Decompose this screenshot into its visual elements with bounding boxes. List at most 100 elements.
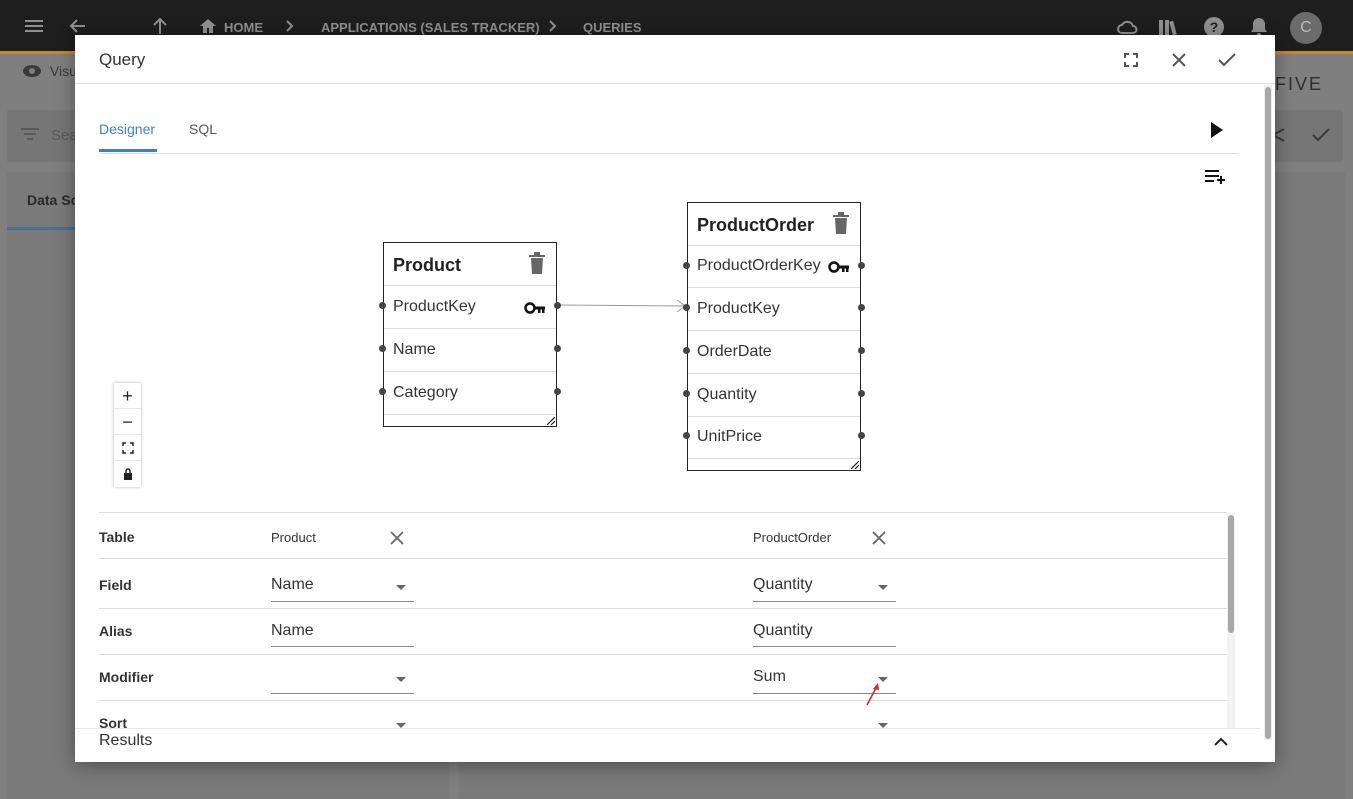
row-label: Modifier	[99, 669, 154, 685]
close-button[interactable]	[1166, 47, 1192, 73]
row-label: Sort	[99, 715, 127, 729]
port-dot[interactable]	[554, 345, 561, 352]
zoom-out-button[interactable]: −	[114, 409, 141, 435]
dialog-scrollbar[interactable]	[1264, 85, 1272, 740]
tab-indicator	[7, 227, 77, 230]
table-field-row[interactable]: Quantity	[688, 374, 860, 417]
results-panel-header[interactable]: Results	[75, 728, 1260, 762]
table-product[interactable]: Product ProductKey Name Category	[383, 242, 557, 427]
port-dot[interactable]	[858, 390, 865, 397]
port-dot[interactable]	[858, 347, 865, 354]
close-icon	[1172, 53, 1186, 67]
port-dot[interactable]	[858, 262, 865, 269]
column-table-name: Product	[271, 530, 316, 545]
remove-column-icon[interactable]	[389, 530, 405, 546]
table-field-row[interactable]: Category	[384, 372, 556, 415]
port-dot[interactable]	[683, 432, 690, 439]
chevron-down-icon	[396, 585, 406, 590]
field-name: Quantity	[697, 386, 757, 403]
zoom-controls: + −	[114, 383, 141, 487]
remove-column-icon[interactable]	[871, 530, 887, 546]
confirm-button[interactable]	[1214, 47, 1240, 73]
breadcrumb-home[interactable]: HOME	[224, 20, 263, 35]
svg-text:?: ?	[1210, 19, 1219, 35]
table-field-row[interactable]: ProductKey	[384, 286, 556, 329]
key-icon	[524, 302, 545, 314]
query-fields-grid: Table Product ProductOrder Field Name Qu…	[99, 512, 1227, 729]
sort-select[interactable]	[271, 711, 414, 729]
diagram-canvas[interactable]	[99, 160, 1239, 510]
table-field-row[interactable]: Name	[384, 329, 556, 372]
table-field-row[interactable]: ProductOrderKey	[688, 245, 860, 288]
eye-icon	[23, 65, 41, 77]
alias-input[interactable]: Quantity	[753, 619, 896, 647]
table-field-row[interactable]: OrderDate	[688, 331, 860, 374]
chevron-down-icon	[396, 677, 406, 682]
field-select[interactable]: Quantity	[753, 573, 896, 602]
port-dot[interactable]	[858, 432, 865, 439]
table-name: Product	[393, 255, 462, 275]
results-label: Results	[99, 732, 153, 749]
resize-handle-icon[interactable]	[547, 417, 555, 425]
port-dot[interactable]	[683, 262, 690, 269]
table-header: Product	[384, 243, 556, 286]
port-dot[interactable]	[379, 388, 386, 395]
tab-bar: Designer SQL	[99, 119, 1239, 154]
header-divider	[75, 83, 1275, 84]
grid-row-field: Field Name Quantity	[99, 563, 1227, 609]
field-name: ProductOrderKey	[697, 257, 821, 274]
menu-icon[interactable]	[24, 16, 44, 41]
port-dot[interactable]	[858, 304, 865, 311]
chevron-down-icon	[878, 585, 888, 590]
search-input[interactable]: Sea	[51, 127, 78, 144]
field-name: UnitPrice	[697, 428, 762, 445]
avatar[interactable]: C	[1290, 12, 1322, 44]
table-field-row[interactable]: UnitPrice	[688, 416, 860, 459]
check-icon	[1218, 53, 1236, 67]
chevron-up-icon[interactable]	[1213, 735, 1229, 747]
grid-row-table: Table Product ProductOrder	[99, 513, 1227, 559]
fullscreen-button[interactable]	[1118, 47, 1144, 73]
grid-row-alias: Alias Name Quantity	[99, 609, 1227, 655]
brand-logo: FIVE	[1275, 74, 1324, 94]
tab-data-sources[interactable]: Data So	[27, 192, 79, 208]
modifier-select[interactable]	[271, 665, 414, 694]
lock-button[interactable]	[114, 461, 141, 487]
breadcrumb-applications[interactable]: APPLICATIONS (SALES TRACKER)	[321, 20, 540, 35]
port-dot[interactable]	[683, 304, 690, 311]
lock-icon	[123, 468, 132, 480]
dialog-title: Query	[99, 50, 146, 69]
port-dot[interactable]	[379, 345, 386, 352]
zoom-in-button[interactable]: +	[114, 383, 141, 409]
trash-icon[interactable]	[528, 252, 546, 274]
row-label: Alias	[99, 623, 133, 639]
resize-handle-icon[interactable]	[851, 461, 859, 469]
grid-scrollbar[interactable]	[1227, 513, 1235, 728]
fit-view-button[interactable]	[114, 435, 141, 461]
field-select[interactable]: Name	[271, 573, 414, 602]
tab-sql[interactable]: SQL	[189, 121, 217, 137]
tab-designer[interactable]: Designer	[99, 121, 155, 137]
column-table-name: ProductOrder	[753, 530, 832, 545]
key-icon	[828, 261, 849, 273]
query-dialog: Query Designer SQL Product ProductKey Na…	[75, 35, 1275, 762]
port-dot[interactable]	[554, 302, 561, 309]
field-name: OrderDate	[697, 343, 772, 360]
port-dot[interactable]	[379, 302, 386, 309]
select-value: Quantity	[753, 576, 813, 593]
filter-icon[interactable]	[21, 127, 39, 141]
alias-input[interactable]: Name	[271, 619, 414, 647]
visibility-toggle[interactable]: Visu	[22, 63, 77, 79]
run-query-button[interactable]	[1205, 119, 1227, 141]
port-dot[interactable]	[683, 347, 690, 354]
sort-select[interactable]	[753, 711, 896, 729]
table-name: ProductOrder	[697, 215, 815, 235]
check-icon[interactable]	[1312, 128, 1330, 142]
table-productorder[interactable]: ProductOrder ProductOrderKey ProductKey …	[687, 202, 861, 471]
port-dot[interactable]	[683, 390, 690, 397]
port-dot[interactable]	[554, 388, 561, 395]
trash-icon[interactable]	[832, 212, 850, 234]
breadcrumb-queries[interactable]: QUERIES	[583, 20, 642, 35]
field-name: Category	[393, 384, 458, 401]
table-field-row[interactable]: ProductKey	[688, 288, 860, 331]
